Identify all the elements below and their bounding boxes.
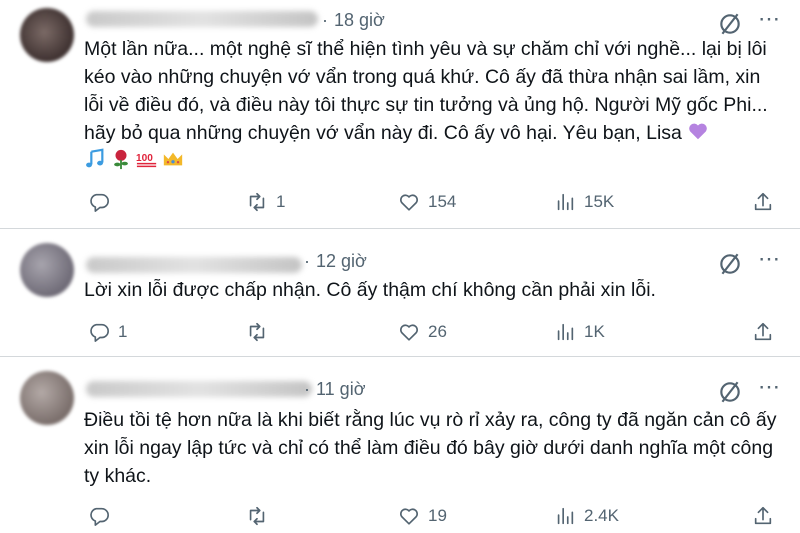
views-icon [557,323,574,341]
repost-icon [249,506,265,526]
author-name[interactable] [86,257,302,273]
more-icon[interactable]: ⋯ [758,6,781,32]
more-icon[interactable]: ⋯ [758,246,781,272]
rose-icon [114,149,128,170]
avatar[interactable] [20,371,74,425]
views-button[interactable]: 2.4K [554,502,619,530]
views-button[interactable]: 15K [554,188,614,216]
views-button[interactable]: 1K [554,318,605,346]
author-name[interactable] [86,381,312,397]
post-time-label: 11 giờ [316,379,366,399]
post-1[interactable]: · 18 giờ ⋯ Một lần nữa... một nghệ sĩ thể… [0,0,800,228]
post-text-content: Điều tồi tệ hơn nữa là khi biết rằng lúc… [84,409,777,487]
post-actions: 1 26 1K [84,318,784,346]
reply-icon [90,507,109,526]
author-name[interactable] [86,11,318,27]
share-button[interactable] [752,502,782,530]
reply-button[interactable] [88,502,118,530]
share-button[interactable] [752,318,782,346]
heart-icon [400,324,418,341]
views-icon [557,193,574,211]
like-button[interactable]: 154 [398,188,456,216]
hundred-points-icon: 100 [136,153,157,168]
post-time[interactable]: · 11 giờ [304,379,366,400]
like-count: 154 [428,192,457,211]
svg-text:100: 100 [136,153,153,164]
post-time[interactable]: · 12 giờ [304,251,367,272]
repost-button[interactable] [246,318,276,346]
heart-icon [400,194,418,211]
post-time[interactable]: · 18 giờ [322,10,385,31]
post-text: Điều tồi tệ hơn nữa là khi biết rằng lúc… [84,406,784,490]
like-count: 19 [428,506,447,525]
purple-heart-icon [689,123,708,140]
views-count: 2.4K [584,506,619,525]
share-icon [754,322,772,341]
grok-icon[interactable] [717,379,743,405]
repost-button[interactable] [246,502,276,530]
views-icon [557,507,574,525]
reply-count: 1 [118,322,128,341]
post-text-content: Lời xin lỗi được chấp nhận. Cô ấy thậm c… [84,279,656,301]
reply-icon [90,323,109,342]
share-icon [754,506,772,525]
musical-notes-icon [86,148,104,168]
share-icon [754,192,772,211]
post-3[interactable]: · 11 giờ ⋯ Điều tồi tệ hơn nữa là khi biế… [0,357,800,533]
heart-icon [400,508,418,525]
share-button[interactable] [752,188,782,216]
reply-button[interactable] [88,188,118,216]
repost-button[interactable]: 1 [246,188,285,216]
repost-icon [249,192,265,212]
post-2[interactable]: · 12 giờ ⋯ Lời xin lỗi được chấp nhận. Cô… [0,229,800,356]
like-button[interactable]: 26 [398,318,447,346]
crown-icon [163,152,183,166]
grok-icon[interactable] [717,11,743,37]
repost-icon [249,322,265,342]
repost-count: 1 [276,192,286,211]
avatar[interactable] [20,8,74,62]
more-icon[interactable]: ⋯ [758,374,781,400]
reply-icon [90,193,109,212]
avatar[interactable] [20,243,74,297]
like-count: 26 [428,322,447,341]
post-time-label: 12 giờ [316,251,367,271]
reply-button[interactable]: 1 [88,318,127,346]
like-button[interactable]: 19 [398,502,447,530]
post-actions: 1 154 15K [84,188,784,216]
views-count: 1K [584,322,605,341]
post-time-label: 18 giờ [334,10,385,30]
post-actions: 19 2.4K [84,502,784,530]
post-text-content: Một lần nữa... một nghệ sĩ thể hiện tình… [84,38,768,144]
grok-icon[interactable] [717,251,743,277]
post-text: Một lần nữa... một nghệ sĩ thể hiện tình… [84,35,784,175]
post-text: Lời xin lỗi được chấp nhận. Cô ấy thậm c… [84,276,784,304]
views-count: 15K [584,192,615,211]
